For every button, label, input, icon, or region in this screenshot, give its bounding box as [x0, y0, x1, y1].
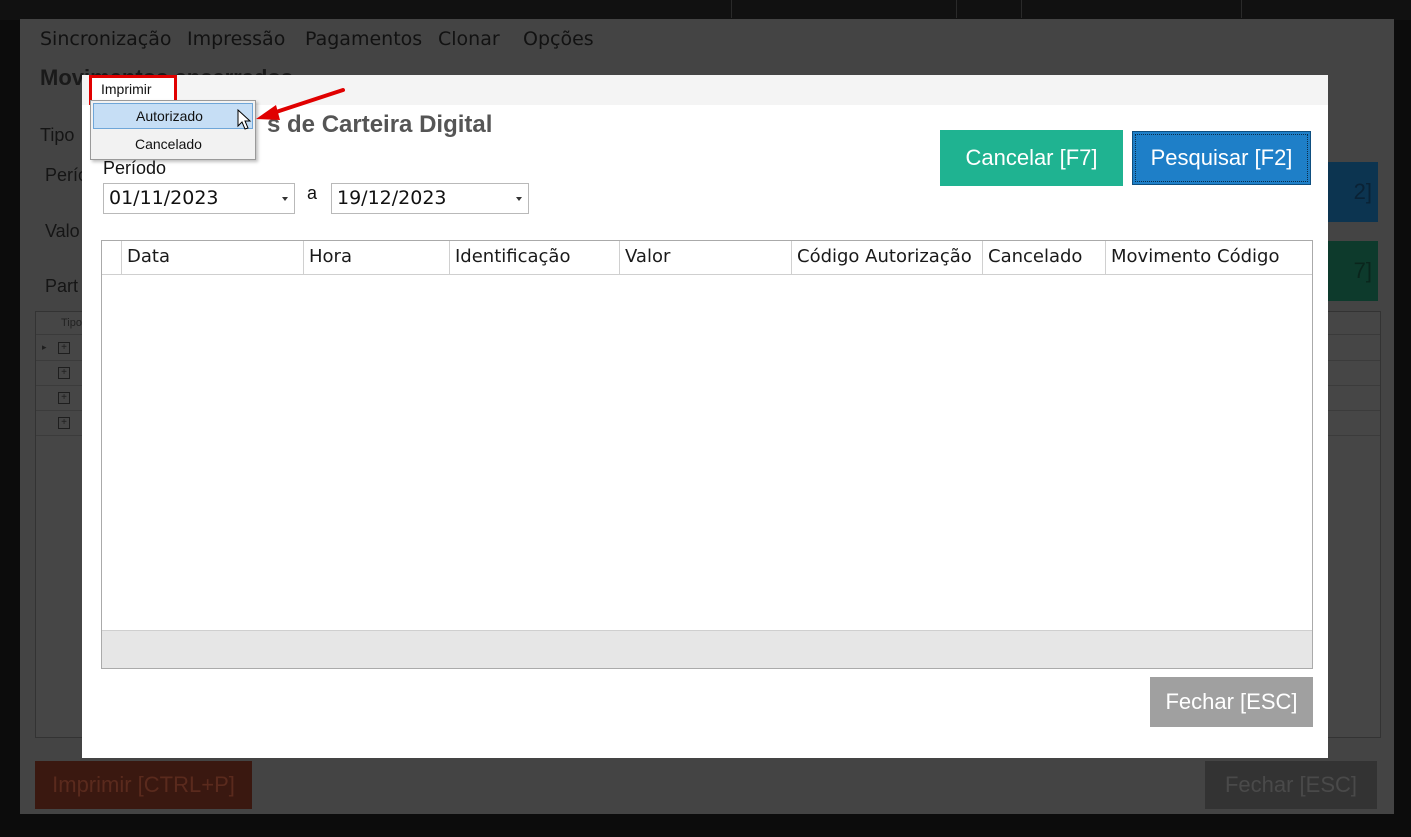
red-arrow-annotation-icon	[256, 88, 345, 120]
column-codigo-autorizacao[interactable]: Código Autorização	[792, 241, 983, 274]
expand-icon: +	[58, 417, 70, 429]
menu-opcoes[interactable]: Opções	[523, 28, 594, 50]
menu-pagamentos[interactable]: Pagamentos	[305, 28, 422, 50]
menu-clonar[interactable]: Clonar	[438, 28, 500, 50]
background-label-valor: Valo	[45, 221, 80, 241]
background-label-tipo: Tipo	[40, 125, 75, 145]
chevron-down-icon[interactable]	[282, 197, 288, 201]
date-from-picker[interactable]: 01/11/2023	[103, 183, 295, 214]
menu-sincronizacao[interactable]: Sincronização	[40, 28, 172, 50]
expand-icon: +	[58, 392, 70, 404]
focus-outline	[1135, 134, 1308, 182]
column-valor[interactable]: Valor	[620, 241, 792, 274]
column-movimento-codigo[interactable]: Movimento Código	[1106, 241, 1312, 274]
digital-wallet-modal: s de Carteira Digital Cancelar [F7] Pesq…	[82, 75, 1328, 758]
chevron-down-icon[interactable]	[516, 197, 522, 201]
grid-footer	[102, 630, 1312, 668]
menu-impressao[interactable]: Impressão	[187, 28, 285, 50]
close-button[interactable]: Fechar [ESC]	[1150, 677, 1313, 727]
search-button[interactable]: Pesquisar [F2]	[1132, 131, 1311, 185]
print-context-menu: Autorizado Cancelado	[90, 100, 256, 160]
strip-divider	[1020, 0, 1022, 18]
column-hora[interactable]: Hora	[304, 241, 450, 274]
expand-icon: +	[58, 367, 70, 379]
strip-divider	[1240, 0, 1242, 18]
date-separator: a	[307, 183, 318, 203]
background-menubar: Sincronização Impressão Pagamentos Clona…	[20, 19, 1394, 57]
column-cancelado[interactable]: Cancelado	[983, 241, 1106, 274]
top-app-strip	[0, 0, 1411, 20]
menu-item-autorizado[interactable]: Autorizado	[93, 103, 253, 129]
date-to-picker[interactable]: 19/12/2023	[331, 183, 529, 214]
column-identificacao[interactable]: Identificação	[450, 241, 620, 274]
background-print-button: Imprimir [CTRL+P]	[35, 761, 252, 809]
strip-divider	[730, 0, 732, 18]
grid-header: Data Hora Identificação Valor Código Aut…	[102, 241, 1312, 275]
results-grid[interactable]: Data Hora Identificação Valor Código Aut…	[101, 240, 1313, 669]
menu-item-cancelado[interactable]: Cancelado	[93, 131, 253, 157]
strip-divider	[955, 0, 957, 18]
date-from-value: 01/11/2023	[109, 187, 219, 209]
grid-header-indicator	[102, 241, 122, 274]
background-close-button: Fechar [ESC]	[1205, 761, 1377, 809]
background-label-parte: Part	[45, 276, 79, 296]
periodo-label: Período	[103, 158, 167, 178]
row-pointer-icon: ▸	[42, 342, 47, 352]
background-grid-header-tipo: Tipo	[61, 317, 82, 329]
date-to-value: 19/12/2023	[337, 187, 447, 209]
cancel-button[interactable]: Cancelar [F7]	[940, 130, 1123, 186]
column-data[interactable]: Data	[122, 241, 304, 274]
expand-icon: +	[58, 342, 70, 354]
